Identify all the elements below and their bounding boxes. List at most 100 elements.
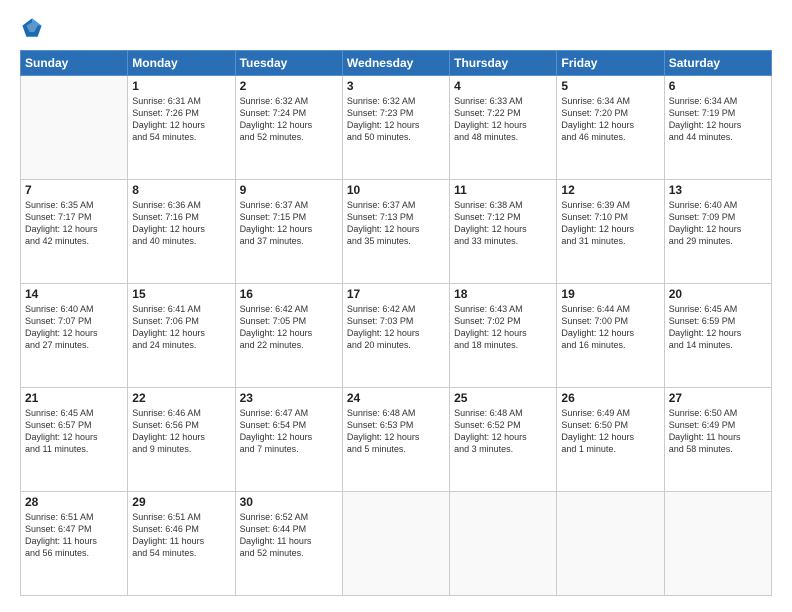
calendar-cell: 2 Sunrise: 6:32 AMSunset: 7:24 PMDaylight… <box>235 76 342 180</box>
calendar-cell: 20Sunrise: 6:45 AMSunset: 6:59 PMDayligh… <box>664 284 771 388</box>
cell-text: Sunrise: 6:36 AMSunset: 7:16 PMDaylight:… <box>132 199 230 248</box>
day-number: 26 <box>561 391 659 405</box>
calendar-cell: 12 Sunrise: 6:39 AMSunset: 7:10 PMDayligh… <box>557 180 664 284</box>
day-number: 9 <box>240 183 338 197</box>
cell-text: Sunrise: 6:35 AMSunset: 7:17 PMDaylight:… <box>25 199 123 248</box>
calendar-cell: 15Sunrise: 6:41 AMSunset: 7:06 PMDayligh… <box>128 284 235 388</box>
calendar-cell: 24 Sunrise: 6:48 AMSunset: 6:53 PMDayligh… <box>342 388 449 492</box>
calendar-cell: 27 Sunrise: 6:50 AMSunset: 6:49 PMDayligh… <box>664 388 771 492</box>
cell-text: Sunrise: 6:32 AMSunset: 7:24 PMDaylight:… <box>240 95 338 144</box>
cell-text: Sunrise: 6:48 AMSunset: 6:53 PMDaylight:… <box>347 407 445 456</box>
day-number: 4 <box>454 79 552 93</box>
calendar-cell <box>342 492 449 596</box>
calendar-cell: 8 Sunrise: 6:36 AMSunset: 7:16 PMDaylight… <box>128 180 235 284</box>
cell-text: Sunrise: 6:50 AMSunset: 6:49 PMDaylight:… <box>669 407 767 456</box>
cell-text: Sunrise: 6:37 AMSunset: 7:15 PMDaylight:… <box>240 199 338 248</box>
day-number: 25 <box>454 391 552 405</box>
weekday-header-tuesday: Tuesday <box>235 51 342 76</box>
calendar-cell: 26 Sunrise: 6:49 AMSunset: 6:50 PMDayligh… <box>557 388 664 492</box>
cell-text: Sunrise: 6:45 AMSunset: 6:57 PMDaylight:… <box>25 407 123 456</box>
day-number: 11 <box>454 183 552 197</box>
calendar-table: SundayMondayTuesdayWednesdayThursdayFrid… <box>20 50 772 596</box>
logo <box>20 16 48 40</box>
day-number: 16 <box>240 287 338 301</box>
calendar-cell: 3 Sunrise: 6:32 AMSunset: 7:23 PMDaylight… <box>342 76 449 180</box>
calendar-cell <box>664 492 771 596</box>
day-number: 28 <box>25 495 123 509</box>
calendar-cell: 11Sunrise: 6:38 AMSunset: 7:12 PMDayligh… <box>450 180 557 284</box>
calendar-cell: 10 Sunrise: 6:37 AMSunset: 7:13 PMDayligh… <box>342 180 449 284</box>
day-number: 1 <box>132 79 230 93</box>
day-number: 7 <box>25 183 123 197</box>
calendar-cell: 21 Sunrise: 6:45 AMSunset: 6:57 PMDayligh… <box>21 388 128 492</box>
day-number: 18 <box>454 287 552 301</box>
cell-text: Sunrise: 6:40 AMSunset: 7:07 PMDaylight:… <box>25 303 123 352</box>
day-number: 30 <box>240 495 338 509</box>
day-number: 27 <box>669 391 767 405</box>
weekday-header-row: SundayMondayTuesdayWednesdayThursdayFrid… <box>21 51 772 76</box>
cell-text: Sunrise: 6:33 AMSunset: 7:22 PMDaylight:… <box>454 95 552 144</box>
day-number: 5 <box>561 79 659 93</box>
cell-text: Sunrise: 6:46 AMSunset: 6:56 PMDaylight:… <box>132 407 230 456</box>
header <box>20 16 772 40</box>
cell-text: Sunrise: 6:37 AMSunset: 7:13 PMDaylight:… <box>347 199 445 248</box>
calendar-cell: 25 Sunrise: 6:48 AMSunset: 6:52 PMDayligh… <box>450 388 557 492</box>
day-number: 8 <box>132 183 230 197</box>
day-number: 22 <box>132 391 230 405</box>
calendar-cell: 19 Sunrise: 6:44 AMSunset: 7:00 PMDayligh… <box>557 284 664 388</box>
cell-text: Sunrise: 6:51 AMSunset: 6:46 PMDaylight:… <box>132 511 230 560</box>
cell-text: Sunrise: 6:49 AMSunset: 6:50 PMDaylight:… <box>561 407 659 456</box>
day-number: 29 <box>132 495 230 509</box>
day-number: 19 <box>561 287 659 301</box>
cell-text: Sunrise: 6:45 AMSunset: 6:59 PMDaylight:… <box>669 303 767 352</box>
weekday-header-wednesday: Wednesday <box>342 51 449 76</box>
day-number: 14 <box>25 287 123 301</box>
calendar-week-4: 21 Sunrise: 6:45 AMSunset: 6:57 PMDayligh… <box>21 388 772 492</box>
weekday-header-saturday: Saturday <box>664 51 771 76</box>
calendar-cell: 30 Sunrise: 6:52 AMSunset: 6:44 PMDayligh… <box>235 492 342 596</box>
day-number: 2 <box>240 79 338 93</box>
cell-text: Sunrise: 6:42 AMSunset: 7:03 PMDaylight:… <box>347 303 445 352</box>
cell-text: Sunrise: 6:47 AMSunset: 6:54 PMDaylight:… <box>240 407 338 456</box>
cell-text: Sunrise: 6:48 AMSunset: 6:52 PMDaylight:… <box>454 407 552 456</box>
day-number: 12 <box>561 183 659 197</box>
cell-text: Sunrise: 6:51 AMSunset: 6:47 PMDaylight:… <box>25 511 123 560</box>
cell-text: Sunrise: 6:52 AMSunset: 6:44 PMDaylight:… <box>240 511 338 560</box>
cell-text: Sunrise: 6:44 AMSunset: 7:00 PMDaylight:… <box>561 303 659 352</box>
calendar-cell: 23 Sunrise: 6:47 AMSunset: 6:54 PMDayligh… <box>235 388 342 492</box>
calendar-cell: 6 Sunrise: 6:34 AMSunset: 7:19 PMDaylight… <box>664 76 771 180</box>
calendar-cell: 14 Sunrise: 6:40 AMSunset: 7:07 PMDayligh… <box>21 284 128 388</box>
cell-text: Sunrise: 6:32 AMSunset: 7:23 PMDaylight:… <box>347 95 445 144</box>
calendar-week-5: 28 Sunrise: 6:51 AMSunset: 6:47 PMDayligh… <box>21 492 772 596</box>
calendar-cell: 18 Sunrise: 6:43 AMSunset: 7:02 PMDayligh… <box>450 284 557 388</box>
weekday-header-thursday: Thursday <box>450 51 557 76</box>
weekday-header-friday: Friday <box>557 51 664 76</box>
day-number: 23 <box>240 391 338 405</box>
cell-text: Sunrise: 6:31 AMSunset: 7:26 PMDaylight:… <box>132 95 230 144</box>
calendar-week-3: 14 Sunrise: 6:40 AMSunset: 7:07 PMDayligh… <box>21 284 772 388</box>
cell-text: Sunrise: 6:39 AMSunset: 7:10 PMDaylight:… <box>561 199 659 248</box>
logo-icon <box>20 16 44 40</box>
day-number: 10 <box>347 183 445 197</box>
calendar-cell: 16 Sunrise: 6:42 AMSunset: 7:05 PMDayligh… <box>235 284 342 388</box>
day-number: 6 <box>669 79 767 93</box>
calendar-cell <box>557 492 664 596</box>
day-number: 21 <box>25 391 123 405</box>
calendar-cell: 13Sunrise: 6:40 AMSunset: 7:09 PMDayligh… <box>664 180 771 284</box>
day-number: 24 <box>347 391 445 405</box>
cell-text: Sunrise: 6:43 AMSunset: 7:02 PMDaylight:… <box>454 303 552 352</box>
calendar-cell: 17 Sunrise: 6:42 AMSunset: 7:03 PMDayligh… <box>342 284 449 388</box>
day-number: 3 <box>347 79 445 93</box>
cell-text: Sunrise: 6:41 AMSunset: 7:06 PMDaylight:… <box>132 303 230 352</box>
calendar-cell: 7 Sunrise: 6:35 AMSunset: 7:17 PMDaylight… <box>21 180 128 284</box>
calendar-cell: 29 Sunrise: 6:51 AMSunset: 6:46 PMDayligh… <box>128 492 235 596</box>
cell-text: Sunrise: 6:42 AMSunset: 7:05 PMDaylight:… <box>240 303 338 352</box>
weekday-header-sunday: Sunday <box>21 51 128 76</box>
cell-text: Sunrise: 6:34 AMSunset: 7:20 PMDaylight:… <box>561 95 659 144</box>
cell-text: Sunrise: 6:34 AMSunset: 7:19 PMDaylight:… <box>669 95 767 144</box>
calendar-cell: 28 Sunrise: 6:51 AMSunset: 6:47 PMDayligh… <box>21 492 128 596</box>
day-number: 17 <box>347 287 445 301</box>
cell-text: Sunrise: 6:40 AMSunset: 7:09 PMDaylight:… <box>669 199 767 248</box>
calendar-cell: 1 Sunrise: 6:31 AMSunset: 7:26 PMDaylight… <box>128 76 235 180</box>
calendar-cell <box>21 76 128 180</box>
